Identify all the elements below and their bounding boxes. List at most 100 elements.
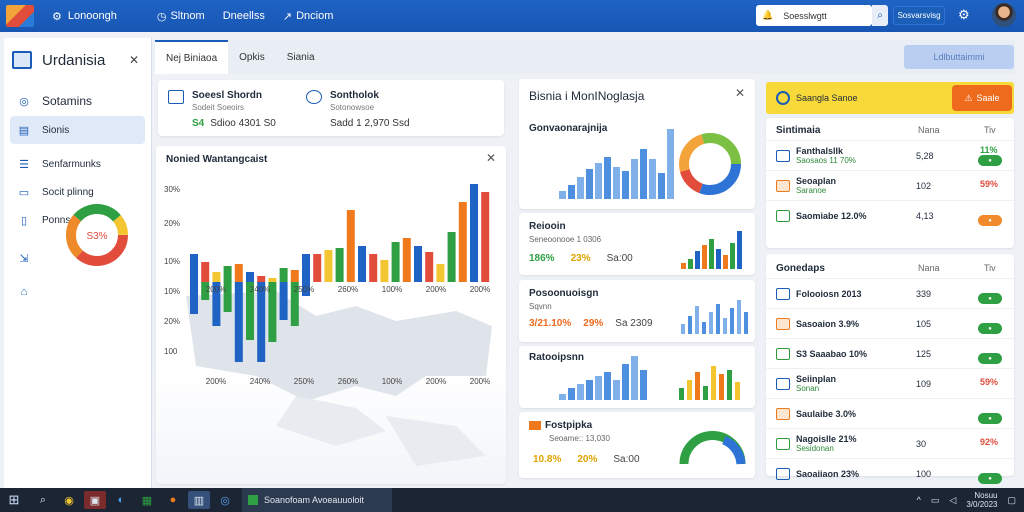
search-placeholder: Soesslwgtt [783, 10, 827, 21]
search-button[interactable]: ⌕ [872, 5, 888, 26]
bar [223, 266, 232, 282]
list-item[interactable]: Saoaiiaon 23% 100 ● [766, 458, 1014, 488]
media-icon[interactable]: ● [162, 491, 184, 509]
volume-icon[interactable]: ◁ [949, 495, 956, 506]
row-value: 30 [916, 438, 927, 449]
bar [716, 304, 720, 334]
list-item[interactable]: Seiinplan Sonan 109 59% [766, 368, 1014, 398]
close-icon[interactable]: ✕ [129, 53, 139, 67]
spreadsheet-icon[interactable]: ▦ [136, 491, 158, 509]
sidebar-item-list[interactable]: ▤ Sionis [10, 116, 145, 144]
row-icon [776, 287, 790, 300]
top-bar: ⚙ Lonoongh ◷ Sltnom Dneellss ↗ Dnciom 🔔 So… [0, 0, 1024, 32]
chevron-up-icon[interactable]: ^ [917, 495, 921, 505]
bar [735, 382, 740, 400]
nav-item-2[interactable]: Dneellss [223, 10, 265, 22]
col-header[interactable]: Tiv [984, 125, 996, 135]
bar [279, 282, 288, 320]
search-input[interactable]: 🔔 Soesslwgtt [756, 5, 872, 26]
list-item[interactable]: Saomiabe 12.0% 4,13 ● [766, 200, 1014, 230]
list-item[interactable]: Folooiosn 2013 339 ● [766, 278, 1014, 308]
status-pill[interactable]: ● [978, 323, 1002, 334]
bar [190, 282, 198, 314]
brand[interactable]: ⚙ Lonoongh [52, 10, 117, 23]
active-window-tab[interactable]: Soanofoam Avoeauuoloit [242, 488, 392, 512]
nav-item-1[interactable]: ◷ Sltnom [157, 10, 205, 23]
clock-icon [306, 90, 322, 104]
col-header[interactable]: Nana [918, 263, 940, 273]
list-item[interactable]: Saulaibe 3.0% ● [766, 398, 1014, 428]
status-badge[interactable]: Sosvarsvisg [893, 6, 945, 25]
x-tick-label: 200% [426, 285, 446, 294]
status-pill[interactable]: ● [978, 413, 1002, 424]
list-item[interactable]: Nagoislle 21% Sesidonan 30 92% [766, 428, 1014, 458]
row-label-wrap: Seoaplan Saranoe [796, 176, 906, 195]
sub-nav: Nej Biniaoa Opkis Siania Ldlbuttaimmi [155, 40, 1015, 74]
status-pill[interactable]: ● [978, 353, 1002, 364]
windows-start-icon[interactable]: ⊞ [0, 492, 28, 508]
bar [719, 374, 724, 400]
browser-icon[interactable]: ◉ [58, 491, 80, 509]
row-icon [776, 317, 790, 330]
sidebar-item-menu[interactable]: ☰ Senfarmunks [4, 150, 151, 178]
row-icon [776, 347, 790, 360]
bar [604, 157, 611, 199]
bar [595, 163, 602, 199]
bar [279, 268, 288, 282]
col-header[interactable]: Nana [918, 125, 940, 135]
list-item[interactable]: Seoaplan Saranoe 102 59% [766, 170, 1014, 200]
notification-icon[interactable]: ▢ [1007, 495, 1016, 506]
kpi-card: Soeesl Shordn Sodeit Soeoirs S4 Sdioo 430… [158, 80, 504, 136]
banner-button[interactable]: ⚠ Saale [952, 85, 1012, 111]
y-tick-label: 100 [164, 347, 178, 356]
kpi-2[interactable]: Sontholok Sotonowsoe Sadd 1 2,970 Ssd [306, 90, 410, 129]
edge-icon[interactable]: ◐ [110, 491, 132, 509]
app-icon[interactable]: ▣ [84, 491, 106, 509]
row-label-wrap: Sasoaion 3.9% [796, 319, 906, 329]
status-pill[interactable]: ● [978, 473, 1002, 484]
status-pill[interactable]: ● [978, 293, 1002, 304]
settings-icon: ◎ [19, 95, 29, 108]
kpi-1[interactable]: Soeesl Shordn Sodeit Soeoirs S4 Sdioo 430… [168, 90, 276, 129]
clock[interactable]: Nosuu 3/0/2023 [966, 491, 997, 509]
tab-3[interactable]: Siania [276, 40, 326, 74]
row-name: S3 Saaabao 10% [796, 348, 868, 359]
bar [212, 272, 221, 282]
sidebar-item-settings[interactable]: ◎ Sotamins [4, 86, 151, 116]
avatar[interactable] [992, 3, 1016, 27]
bar [201, 262, 210, 282]
sidebar-item-home[interactable]: ⌂ [4, 278, 151, 306]
x-tick-label: 100% [382, 285, 402, 294]
bar [667, 129, 674, 199]
tab-1[interactable]: Nej Biniaoa [155, 40, 229, 74]
tab-2[interactable]: Opkis [228, 40, 276, 74]
sidebar-title: Urdanisia [42, 51, 106, 69]
bar [737, 300, 741, 334]
bar [447, 232, 456, 282]
app-logo[interactable] [6, 5, 34, 27]
list-item[interactable]: Fanthalsllk Saosaos 11 70% 5,28 11% ● [766, 140, 1014, 170]
network-icon[interactable]: ▭ [931, 495, 940, 506]
bar [723, 255, 728, 269]
row-name: Sasoaion 3.9% [796, 318, 860, 329]
action-button[interactable]: Ldlbuttaimmi [904, 45, 1014, 69]
dashboard-icon[interactable]: ▥ [188, 491, 210, 509]
bar [257, 282, 266, 362]
search-icon: ◷ [156, 10, 167, 23]
nav-item-3[interactable]: ↗ Dnciom [283, 10, 334, 23]
nav-label: Dneellss [222, 10, 265, 22]
list-rows: Folooiosn 2013 339 ● Sasoaion 3.9% 105 ● S3 Sa… [766, 278, 1014, 488]
status-pill[interactable]: ● [978, 155, 1002, 166]
gear-icon[interactable]: ⚙ [958, 7, 970, 23]
status-pill[interactable]: ● [978, 215, 1002, 226]
list-item[interactable]: Sasoaion 3.9% 105 ● [766, 308, 1014, 338]
search-icon[interactable]: ⌕ [32, 491, 54, 509]
bar [268, 278, 277, 282]
kpi-sub: Sodeit Soeoirs [192, 103, 245, 112]
mail-icon[interactable]: ◎ [214, 491, 236, 509]
bar [688, 259, 693, 269]
col-header[interactable]: Tiv [984, 263, 996, 273]
list-item[interactable]: S3 Saaabao 10% 125 ● [766, 338, 1014, 368]
bar [586, 380, 593, 400]
bar [346, 210, 355, 282]
